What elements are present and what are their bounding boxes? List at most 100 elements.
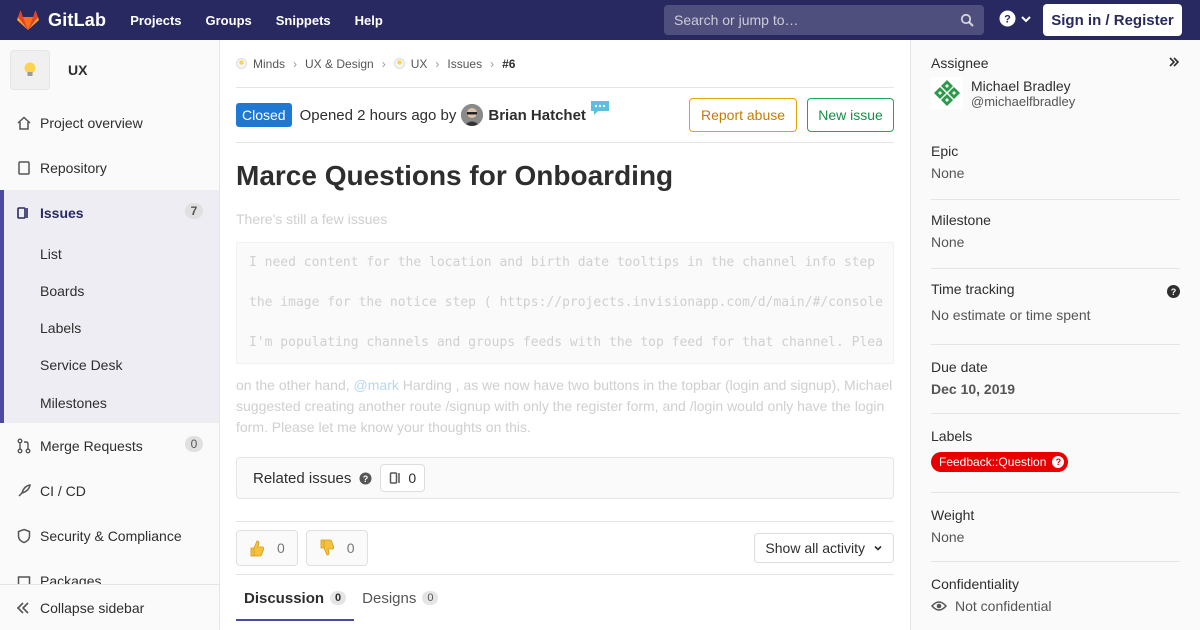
status-badge: Closed: [236, 103, 292, 127]
epic-value: None: [931, 165, 965, 181]
tab-designs[interactable]: Designs 0: [354, 575, 446, 621]
eye-icon: [931, 601, 947, 611]
thumbs-down-button[interactable]: 0: [305, 530, 368, 566]
sidebar-item-merge-requests[interactable]: Merge Requests 0: [0, 423, 219, 468]
milestone-value: None: [931, 234, 965, 250]
sidebar-item-project-overview[interactable]: Project overview: [0, 100, 219, 145]
nav-snippets[interactable]: Snippets: [276, 13, 343, 28]
gitlab-logo-icon: [17, 10, 39, 30]
sidebar-item-repository[interactable]: Repository: [0, 145, 219, 190]
tab-label: Discussion: [244, 589, 325, 607]
user-mention-link[interactable]: @mark: [354, 377, 399, 393]
project-name: UX: [68, 62, 88, 78]
sidebar-subitem-list[interactable]: List: [0, 235, 219, 272]
issue-description-body: on the other hand, @mark Harding , as we…: [236, 375, 894, 438]
code-line: I'm populating channels and groups feeds…: [249, 335, 883, 350]
chevron-down-icon: [1021, 15, 1031, 22]
sidebar-item-label: Merge Requests: [40, 437, 143, 454]
author-name[interactable]: Brian Hatchet: [488, 107, 586, 124]
report-abuse-button[interactable]: Report abuse: [689, 98, 797, 132]
sidebar-item-label: Issues: [40, 204, 84, 221]
issue-tabs: Discussion 0 Designs 0: [236, 575, 894, 621]
sidebar-item-security[interactable]: Security & Compliance: [0, 513, 219, 558]
activity-filter-label: Show all activity: [765, 540, 865, 556]
issue-title: Marce Questions for Onboarding: [236, 160, 674, 191]
code-line: I need content for the location and birt…: [249, 255, 876, 270]
issue-description-intro: There's still a few issues: [236, 211, 388, 227]
sidebar-subitem-boards[interactable]: Boards: [0, 272, 219, 309]
nav-projects[interactable]: Projects: [130, 13, 193, 28]
issue-main: Minds › UX & Design › UX › Issues › #6 C…: [236, 40, 894, 630]
milestone-block: Milestone None: [931, 200, 1180, 269]
search-input[interactable]: Search or jump to…: [664, 5, 984, 35]
nav-help[interactable]: Help: [355, 13, 395, 28]
thumbs-up-icon: [249, 539, 265, 557]
breadcrumb-label: Minds: [253, 56, 286, 71]
brand[interactable]: GitLab: [0, 0, 130, 40]
thumbs-up-count: 0: [277, 540, 285, 556]
confidentiality-value: Not confidential: [955, 598, 1052, 614]
breadcrumb-ux-design[interactable]: UX & Design: [305, 57, 374, 71]
sidebar-item-issues[interactable]: Issues 7: [0, 190, 219, 235]
sidebar-subitem-milestones[interactable]: Milestones: [0, 383, 219, 423]
breadcrumb-ux[interactable]: UX: [393, 56, 428, 71]
merge-icon: [16, 438, 32, 454]
sidebar-item-ci-cd[interactable]: CI / CD: [0, 468, 219, 513]
desc-text: on the other hand,: [236, 377, 354, 393]
assignee-row[interactable]: Michael Bradley @michaelfbradley: [931, 77, 1180, 109]
tab-count: 0: [422, 591, 439, 605]
due-date-block: Due date Dec 10, 2019: [931, 345, 1180, 414]
sidebar-item-label: Security & Compliance: [40, 527, 182, 544]
epic-block: Epic None: [931, 131, 1180, 200]
new-issue-button[interactable]: New issue: [807, 98, 894, 132]
double-chevron-right-icon[interactable]: [1168, 56, 1180, 68]
doc-icon: [16, 160, 32, 176]
double-chevron-left-icon: [16, 601, 30, 615]
collapse-sidebar-button[interactable]: Collapse sidebar: [0, 584, 219, 630]
confidentiality-block: Confidentiality Not confidential: [931, 562, 1180, 630]
related-issues-block: Related issues ? 0: [236, 457, 894, 499]
assignee-avatar: [931, 77, 963, 109]
breadcrumb-issues[interactable]: Issues: [447, 57, 482, 71]
code-line: the image for the notice step ( https://…: [249, 295, 883, 310]
author-avatar[interactable]: [461, 104, 484, 126]
weight-value: None: [931, 529, 965, 545]
sidebar-item-label: Repository: [40, 159, 107, 176]
confidentiality-row: Not confidential: [931, 598, 1180, 614]
breadcrumb-separator: ›: [490, 56, 495, 71]
breadcrumb-label: UX: [410, 56, 428, 71]
question-icon[interactable]: ?: [359, 472, 372, 485]
breadcrumb-current[interactable]: #6: [502, 57, 515, 71]
sidebar-subitem-service-desk[interactable]: Service Desk: [0, 346, 219, 383]
sidebar-subitem-labels[interactable]: Labels: [0, 309, 219, 346]
assignee-info: Michael Bradley @michaelfbradley: [971, 78, 1075, 109]
tab-discussion[interactable]: Discussion 0: [236, 575, 355, 621]
sign-in-button[interactable]: Sign in / Register: [1043, 4, 1182, 36]
collapse-sidebar-label: Collapse sidebar: [40, 599, 145, 616]
time-tracking-value: No estimate or time spent: [931, 307, 1091, 323]
label-pill[interactable]: Feedback::Question ?: [931, 452, 1069, 472]
nav-groups[interactable]: Groups: [206, 13, 264, 28]
labels-block: Labels Feedback::Question ?: [931, 414, 1180, 493]
sidebar-item-label: CI / CD: [40, 482, 86, 499]
time-tracking-block: Time tracking ? No estimate or time spen…: [931, 269, 1180, 345]
right-sidebar: Assignee Michael Bradley @michaelfbradle…: [910, 40, 1200, 630]
thumbs-up-button[interactable]: 0: [236, 530, 298, 566]
search-placeholder: Search or jump to…: [674, 12, 799, 28]
breadcrumb-separator: ›: [293, 56, 298, 71]
group-avatar-icon: [236, 58, 247, 69]
activity-filter-dropdown[interactable]: Show all activity: [754, 533, 894, 563]
help-dropdown[interactable]: ?: [999, 10, 1032, 27]
top-nav: Projects Groups Snippets Help: [130, 0, 407, 40]
related-issues-count[interactable]: 0: [380, 464, 426, 492]
project-header[interactable]: UX: [0, 40, 219, 100]
question-icon[interactable]: ?: [1167, 285, 1180, 298]
assignee-handle: @michaelfbradley: [971, 93, 1076, 109]
description-code-block: I need content for the location and birt…: [236, 242, 894, 364]
assignee-label: Assignee: [931, 55, 989, 71]
left-sidebar: UX Project overview Repository Issues 7 …: [0, 40, 220, 630]
top-navbar: GitLab Projects Groups Snippets Help Sea…: [0, 0, 1200, 40]
tab-label: Designs: [362, 589, 417, 607]
breadcrumb-minds[interactable]: Minds: [236, 57, 285, 71]
weight-block: Weight None: [931, 493, 1180, 562]
